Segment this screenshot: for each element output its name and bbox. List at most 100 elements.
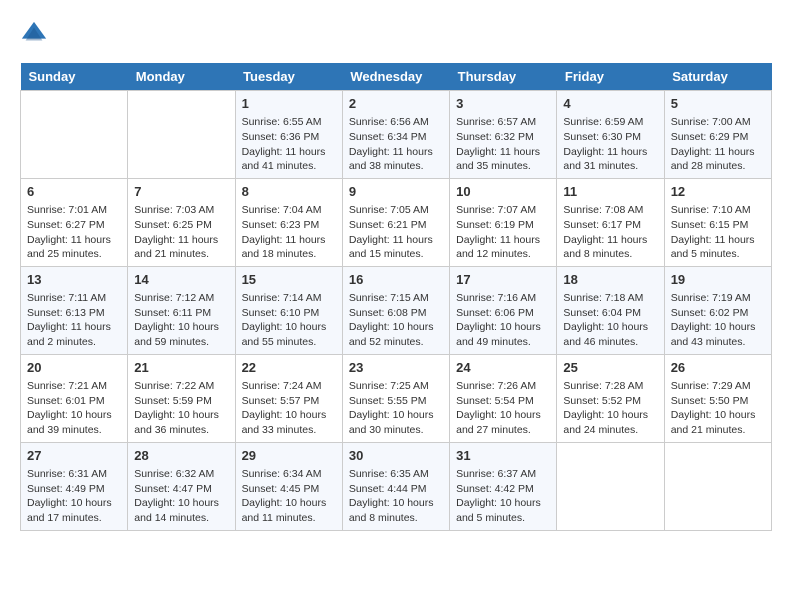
header-row: SundayMondayTuesdayWednesdayThursdayFrid… (21, 63, 772, 91)
day-number: 26 (671, 359, 765, 377)
day-of-week-header: Friday (557, 63, 664, 91)
day-info: Sunrise: 6:59 AM Sunset: 6:30 PM Dayligh… (563, 115, 657, 174)
calendar-table: SundayMondayTuesdayWednesdayThursdayFrid… (20, 63, 772, 531)
day-info: Sunrise: 7:05 AM Sunset: 6:21 PM Dayligh… (349, 203, 443, 262)
page-header (20, 20, 772, 48)
day-number: 22 (242, 359, 336, 377)
day-info: Sunrise: 7:24 AM Sunset: 5:57 PM Dayligh… (242, 379, 336, 438)
calendar-cell: 19 Sunrise: 7:19 AM Sunset: 6:02 PM Dayli… (664, 266, 771, 354)
day-info: Sunrise: 7:28 AM Sunset: 5:52 PM Dayligh… (563, 379, 657, 438)
day-number: 10 (456, 183, 550, 201)
calendar-cell: 2Sunrise: 6:56 AM Sunset: 6:34 PM Daylig… (342, 91, 449, 179)
calendar-cell (128, 91, 235, 179)
calendar-cell: 18 Sunrise: 7:18 AM Sunset: 6:04 PM Dayli… (557, 266, 664, 354)
day-number: 2 (349, 95, 443, 113)
calendar-cell: 3 Sunrise: 6:57 AM Sunset: 6:32 PM Daylig… (450, 91, 557, 179)
day-number: 16 (349, 271, 443, 289)
day-info: Sunrise: 7:22 AM Sunset: 5:59 PM Dayligh… (134, 379, 228, 438)
calendar-cell (557, 442, 664, 530)
day-info: Sunrise: 6:37 AM Sunset: 4:42 PM Dayligh… (456, 467, 550, 526)
calendar-week-row: 27 Sunrise: 6:31 AM Sunset: 4:49 PM Dayli… (21, 442, 772, 530)
calendar-cell: 8 Sunrise: 7:04 AM Sunset: 6:23 PM Daylig… (235, 178, 342, 266)
day-info: Sunrise: 6:34 AM Sunset: 4:45 PM Dayligh… (242, 467, 336, 526)
day-number: 19 (671, 271, 765, 289)
day-number: 14 (134, 271, 228, 289)
day-info: Sunrise: 7:19 AM Sunset: 6:02 PM Dayligh… (671, 291, 765, 350)
calendar-cell: 7 Sunrise: 7:03 AM Sunset: 6:25 PM Daylig… (128, 178, 235, 266)
day-number: 20 (27, 359, 121, 377)
day-number: 11 (563, 183, 657, 201)
day-info: Sunrise: 7:04 AM Sunset: 6:23 PM Dayligh… (242, 203, 336, 262)
day-info: Sunrise: 6:31 AM Sunset: 4:49 PM Dayligh… (27, 467, 121, 526)
day-of-week-header: Saturday (664, 63, 771, 91)
day-info: Sunrise: 6:32 AM Sunset: 4:47 PM Dayligh… (134, 467, 228, 526)
day-info: Sunrise: 7:12 AM Sunset: 6:11 PM Dayligh… (134, 291, 228, 350)
day-info: Sunrise: 7:00 AM Sunset: 6:29 PM Dayligh… (671, 115, 765, 174)
calendar-week-row: 6 Sunrise: 7:01 AM Sunset: 6:27 PM Daylig… (21, 178, 772, 266)
calendar-cell: 23 Sunrise: 7:25 AM Sunset: 5:55 PM Dayli… (342, 354, 449, 442)
day-of-week-header: Monday (128, 63, 235, 91)
day-number: 9 (349, 183, 443, 201)
day-number: 8 (242, 183, 336, 201)
logo-icon (20, 20, 48, 48)
day-number: 5 (671, 95, 765, 113)
day-number: 24 (456, 359, 550, 377)
day-info: Sunrise: 6:57 AM Sunset: 6:32 PM Dayligh… (456, 115, 550, 174)
day-of-week-header: Wednesday (342, 63, 449, 91)
day-number: 29 (242, 447, 336, 465)
day-number: 13 (27, 271, 121, 289)
calendar-cell: 6 Sunrise: 7:01 AM Sunset: 6:27 PM Daylig… (21, 178, 128, 266)
calendar-cell: 13Sunrise: 7:11 AM Sunset: 6:13 PM Dayli… (21, 266, 128, 354)
day-info: Sunrise: 7:07 AM Sunset: 6:19 PM Dayligh… (456, 203, 550, 262)
day-info: Sunrise: 7:08 AM Sunset: 6:17 PM Dayligh… (563, 203, 657, 262)
day-number: 25 (563, 359, 657, 377)
calendar-cell: 10 Sunrise: 7:07 AM Sunset: 6:19 PM Dayli… (450, 178, 557, 266)
day-number: 21 (134, 359, 228, 377)
calendar-cell: 4 Sunrise: 6:59 AM Sunset: 6:30 PM Daylig… (557, 91, 664, 179)
calendar-cell: 22 Sunrise: 7:24 AM Sunset: 5:57 PM Dayli… (235, 354, 342, 442)
day-number: 6 (27, 183, 121, 201)
day-number: 17 (456, 271, 550, 289)
day-of-week-header: Sunday (21, 63, 128, 91)
calendar-cell: 20Sunrise: 7:21 AM Sunset: 6:01 PM Dayli… (21, 354, 128, 442)
day-number: 27 (27, 447, 121, 465)
day-number: 28 (134, 447, 228, 465)
day-info: Sunrise: 7:26 AM Sunset: 5:54 PM Dayligh… (456, 379, 550, 438)
calendar-cell: 29 Sunrise: 6:34 AM Sunset: 4:45 PM Dayli… (235, 442, 342, 530)
day-info: Sunrise: 7:01 AM Sunset: 6:27 PM Dayligh… (27, 203, 121, 262)
calendar-cell: 24 Sunrise: 7:26 AM Sunset: 5:54 PM Dayli… (450, 354, 557, 442)
calendar-cell: 17 Sunrise: 7:16 AM Sunset: 6:06 PM Dayli… (450, 266, 557, 354)
day-info: Sunrise: 7:18 AM Sunset: 6:04 PM Dayligh… (563, 291, 657, 350)
day-info: Sunrise: 6:55 AM Sunset: 6:36 PM Dayligh… (242, 115, 336, 174)
calendar-cell: 15Sunrise: 7:14 AM Sunset: 6:10 PM Dayli… (235, 266, 342, 354)
calendar-cell: 25 Sunrise: 7:28 AM Sunset: 5:52 PM Dayli… (557, 354, 664, 442)
calendar-cell: 16 Sunrise: 7:15 AM Sunset: 6:08 PM Dayli… (342, 266, 449, 354)
day-info: Sunrise: 7:25 AM Sunset: 5:55 PM Dayligh… (349, 379, 443, 438)
calendar-cell (664, 442, 771, 530)
day-number: 23 (349, 359, 443, 377)
calendar-cell: 27 Sunrise: 6:31 AM Sunset: 4:49 PM Dayli… (21, 442, 128, 530)
calendar-week-row: 1Sunrise: 6:55 AM Sunset: 6:36 PM Daylig… (21, 91, 772, 179)
day-info: Sunrise: 7:15 AM Sunset: 6:08 PM Dayligh… (349, 291, 443, 350)
day-number: 7 (134, 183, 228, 201)
calendar-cell: 9 Sunrise: 7:05 AM Sunset: 6:21 PM Daylig… (342, 178, 449, 266)
calendar-cell (21, 91, 128, 179)
day-of-week-header: Thursday (450, 63, 557, 91)
calendar-cell: 30 Sunrise: 6:35 AM Sunset: 4:44 PM Dayli… (342, 442, 449, 530)
day-info: Sunrise: 6:35 AM Sunset: 4:44 PM Dayligh… (349, 467, 443, 526)
day-info: Sunrise: 7:03 AM Sunset: 6:25 PM Dayligh… (134, 203, 228, 262)
day-number: 3 (456, 95, 550, 113)
calendar-cell: 14 Sunrise: 7:12 AM Sunset: 6:11 PM Dayli… (128, 266, 235, 354)
day-info: Sunrise: 7:10 AM Sunset: 6:15 PM Dayligh… (671, 203, 765, 262)
day-number: 30 (349, 447, 443, 465)
calendar-cell: 28 Sunrise: 6:32 AM Sunset: 4:47 PM Dayli… (128, 442, 235, 530)
day-info: Sunrise: 7:16 AM Sunset: 6:06 PM Dayligh… (456, 291, 550, 350)
calendar-week-row: 13Sunrise: 7:11 AM Sunset: 6:13 PM Dayli… (21, 266, 772, 354)
calendar-cell: 21 Sunrise: 7:22 AM Sunset: 5:59 PM Dayli… (128, 354, 235, 442)
day-info: Sunrise: 7:29 AM Sunset: 5:50 PM Dayligh… (671, 379, 765, 438)
day-number: 12 (671, 183, 765, 201)
calendar-cell: 26 Sunrise: 7:29 AM Sunset: 5:50 PM Dayli… (664, 354, 771, 442)
day-number: 18 (563, 271, 657, 289)
day-number: 4 (563, 95, 657, 113)
calendar-week-row: 20Sunrise: 7:21 AM Sunset: 6:01 PM Dayli… (21, 354, 772, 442)
